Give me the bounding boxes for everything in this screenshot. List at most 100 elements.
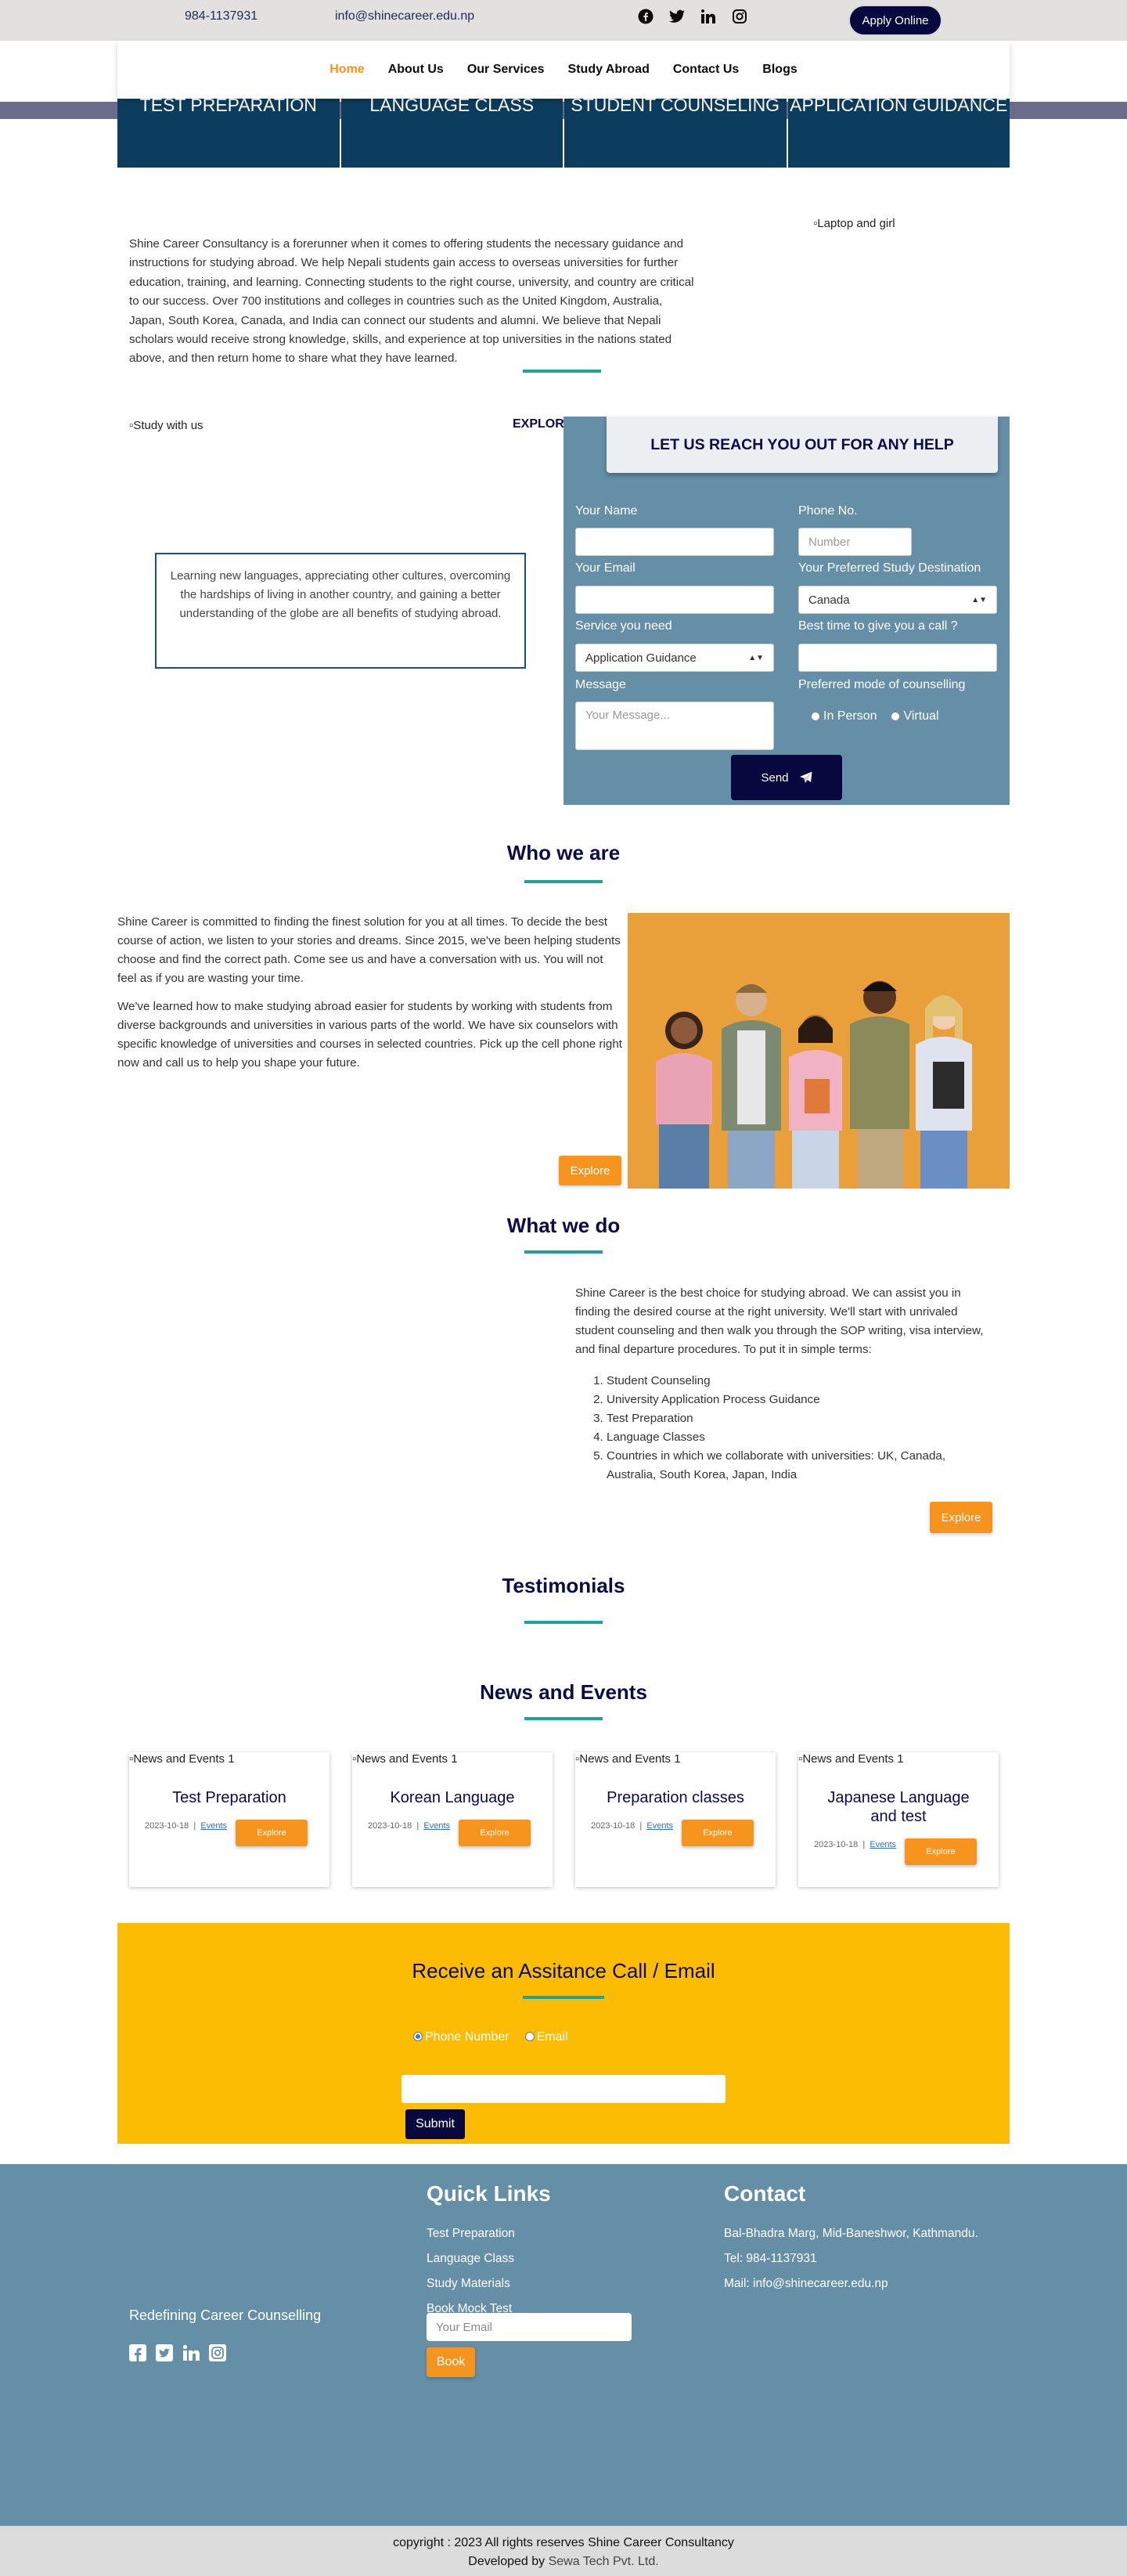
who-heading: Who we are xyxy=(506,841,621,864)
list-item: University Application Process Guidance xyxy=(607,1391,990,1409)
news-card: ▫News and Events 1 Preparation classes 2… xyxy=(575,1752,776,1887)
news-tag-link[interactable]: Events xyxy=(870,1840,896,1849)
email-radio[interactable]: Email xyxy=(524,2030,568,2044)
what-explore-button[interactable]: Explore xyxy=(930,1502,992,1533)
mode-in-person-radio[interactable]: In Person xyxy=(811,709,877,723)
service-select[interactable]: Application Guidance ▲▼ xyxy=(575,644,774,672)
tile-label: LANGUAGE CLASS xyxy=(369,95,535,115)
send-button[interactable]: Send xyxy=(731,755,842,800)
nav-contact-us[interactable]: Contact Us xyxy=(673,63,739,77)
main-nav: Home About Us Our Services Study Abroad … xyxy=(117,41,1010,99)
tile-application-guidance[interactable]: APPLICATION GUIDANCE xyxy=(787,95,1010,168)
footer-email-input[interactable]: Your Email xyxy=(427,2313,632,2341)
contact-heading: Contact xyxy=(724,2181,806,2206)
email-input[interactable] xyxy=(575,586,774,614)
assistance-divider xyxy=(523,1996,604,1999)
explore-link[interactable]: EXPLOR xyxy=(513,417,564,431)
list-item: Test Preparation xyxy=(607,1409,990,1428)
footer-link-test-preparation[interactable]: Test Preparation xyxy=(427,2227,515,2241)
news-tag-link[interactable]: Events xyxy=(423,1821,450,1831)
students-photo xyxy=(628,913,1010,1189)
news-explore-button[interactable]: Explore xyxy=(905,1838,977,1865)
news-explore-button[interactable]: Explore xyxy=(459,1820,531,1846)
who-explore-button[interactable]: Explore xyxy=(559,1156,621,1185)
news-tag-link[interactable]: Events xyxy=(646,1821,673,1831)
who-paragraph: Shine Career is committed to finding the… xyxy=(117,915,621,985)
footer-link-language-class[interactable]: Language Class xyxy=(427,2252,514,2266)
news-title: Korean Language xyxy=(390,1789,515,1806)
news-image-alt: News and Events 1 xyxy=(802,1752,904,1766)
news-date: 2023-10-18 xyxy=(814,1840,859,1849)
radio-label: Phone Number xyxy=(425,2030,509,2044)
news-tag-link[interactable]: Events xyxy=(200,1821,227,1831)
nav-blogs[interactable]: Blogs xyxy=(762,63,797,77)
top-email-link[interactable]: info@shinecareer.edu.np xyxy=(335,9,474,23)
tile-test-preparation[interactable]: TEST PREPARATION xyxy=(117,95,340,168)
destination-value: Canada xyxy=(808,593,850,607)
nav-about-us[interactable]: About Us xyxy=(388,63,444,77)
intro-divider xyxy=(523,370,601,373)
contact-mail[interactable]: Mail: info@shinecareer.edu.np xyxy=(724,2277,888,2291)
footer-link-study-materials[interactable]: Study Materials xyxy=(427,2277,510,2291)
assistance-heading: Receive an Assitance Call / Email xyxy=(412,1959,715,1983)
besttime-input[interactable] xyxy=(798,644,997,672)
news-image: ▫News and Events 1 xyxy=(352,1752,458,1766)
news-meta: 2023-10-18 | Events xyxy=(145,1821,228,1831)
facebook-square-icon[interactable] xyxy=(129,2344,146,2361)
radio-dot xyxy=(524,2032,535,2041)
laptop-image-alt: Laptop and girl xyxy=(817,217,895,230)
intro-paragraph: Shine Career Consultancy is a forerunner… xyxy=(129,237,694,366)
email-label: Your Email xyxy=(575,561,636,575)
what-text: Shine Career is the best choice for stud… xyxy=(575,1286,984,1356)
service-tiles: TEST PREPARATION LANGUAGE CLASS STUDENT … xyxy=(117,95,1010,168)
top-phone-link[interactable]: 984-1137931 xyxy=(185,9,257,23)
destination-select[interactable]: Canada ▲▼ xyxy=(798,586,997,614)
apply-online-button[interactable]: Apply Online xyxy=(848,5,942,36)
mode-label: Preferred mode of counselling xyxy=(798,678,966,691)
service-value: Application Guidance xyxy=(585,651,697,665)
twitter-icon[interactable] xyxy=(668,8,686,25)
phone-input[interactable]: Number xyxy=(798,528,912,556)
tile-label: TEST PREPARATION xyxy=(139,95,317,115)
news-date: 2023-10-18 xyxy=(368,1821,412,1831)
twitter-square-icon[interactable] xyxy=(156,2344,173,2361)
developer-link[interactable]: Sewa Tech Pvt. Ltd. xyxy=(549,2555,659,2568)
quick-links-heading: Quick Links xyxy=(427,2181,551,2206)
message-textarea[interactable]: Your Message... xyxy=(575,702,774,750)
message-placeholder: Your Message... xyxy=(585,709,670,722)
name-input[interactable] xyxy=(575,528,774,556)
quote-text: Learning new languages, appreciating oth… xyxy=(170,569,511,620)
nav-home[interactable]: Home xyxy=(329,63,364,77)
phone-number-radio[interactable]: Phone Number xyxy=(413,2030,509,2044)
news-title: Japanese Language and test xyxy=(827,1789,970,1825)
tile-student-counseling[interactable]: STUDENT COUNSELING xyxy=(564,95,787,168)
tile-label: APPLICATION GUIDANCE xyxy=(790,95,1008,115)
news-title: Preparation classes xyxy=(607,1789,744,1806)
quote-box: Learning new languages, appreciating oth… xyxy=(155,553,526,669)
news-image-alt: News and Events 1 xyxy=(133,1752,235,1766)
instagram-square-icon[interactable] xyxy=(209,2344,226,2361)
nav-study-abroad[interactable]: Study Abroad xyxy=(568,63,650,77)
news-explore-button[interactable]: Explore xyxy=(682,1820,754,1846)
facebook-icon[interactable] xyxy=(637,8,654,25)
assistance-submit-button[interactable]: Submit xyxy=(405,2109,465,2139)
book-button[interactable]: Book xyxy=(427,2347,475,2377)
assistance-input[interactable] xyxy=(401,2075,726,2103)
nav-our-services[interactable]: Our Services xyxy=(467,63,545,77)
instagram-icon[interactable] xyxy=(731,8,748,25)
mode-virtual-radio[interactable]: Virtual xyxy=(891,709,939,723)
who-paragraph: We've learned how to make studying abroa… xyxy=(117,1000,622,1070)
footer: Redefining Career Counselling Quick Link… xyxy=(0,2164,1127,2526)
list-item: Student Counseling xyxy=(607,1372,990,1391)
linkedin-icon[interactable] xyxy=(700,8,717,25)
paper-plane-icon xyxy=(799,771,812,783)
who-text: Shine Career is committed to finding the… xyxy=(117,913,625,1082)
contact-tel[interactable]: Tel: 984-1137931 xyxy=(724,2252,817,2266)
news-explore-button[interactable]: Explore xyxy=(236,1820,308,1846)
tile-language-class[interactable]: LANGUAGE CLASS xyxy=(340,95,563,168)
besttime-label: Best time to give you a call ? xyxy=(798,619,958,633)
news-card: ▫News and Events 1 Korean Language 2023-… xyxy=(352,1752,553,1887)
what-list: Student Counseling University Applicatio… xyxy=(575,1372,990,1485)
testimonials-heading: Testimonials xyxy=(502,1574,625,1597)
linkedin-icon[interactable] xyxy=(182,2344,200,2361)
